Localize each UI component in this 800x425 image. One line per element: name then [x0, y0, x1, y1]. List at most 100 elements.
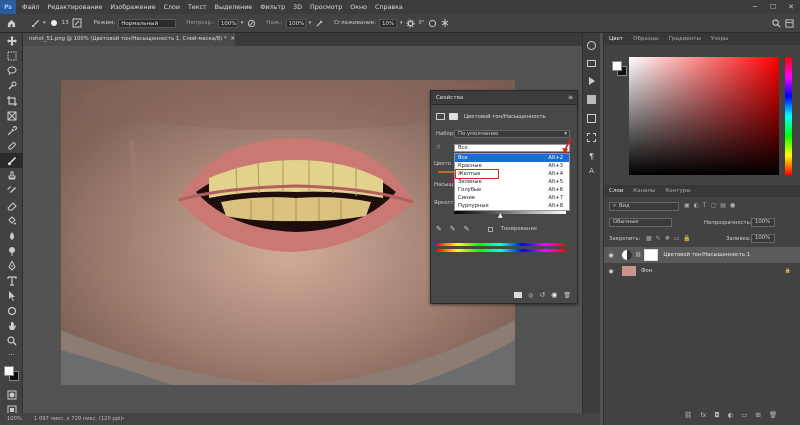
eyedropper-minus-icon[interactable]: ✎	[464, 225, 470, 233]
character-icon[interactable]: A	[583, 167, 600, 175]
new-group-icon[interactable]: ▭	[741, 411, 747, 419]
colorize-checkbox[interactable]	[487, 226, 493, 232]
gradient-tool-icon[interactable]	[0, 213, 23, 228]
paragraph-icon[interactable]: ¶	[583, 152, 600, 161]
close-icon[interactable]: ✕	[782, 3, 800, 11]
minimize-icon[interactable]: ─	[746, 3, 764, 11]
menu-3d[interactable]: 3D	[289, 4, 306, 11]
menu-file[interactable]: Файл	[18, 4, 43, 11]
channel-option[interactable]: Синие Alt+7	[455, 194, 569, 202]
history-icon[interactable]	[587, 41, 596, 50]
channel-select[interactable]: Все	[454, 144, 570, 152]
document-size[interactable]: 1 097 пикс. x 729 пикс. (120 ppi)	[34, 413, 123, 425]
preset-select[interactable]: По умолчанию ▾	[454, 130, 570, 138]
color-swatches[interactable]	[0, 363, 23, 387]
zoom-level[interactable]: 100%	[7, 413, 22, 425]
eye-icon[interactable]: ◉	[604, 252, 618, 259]
menu-text[interactable]: Текст	[184, 4, 211, 11]
symmetry-icon[interactable]	[440, 18, 450, 28]
stamp-tool-icon[interactable]	[0, 168, 23, 183]
panel-menu-icon[interactable]: ≡	[568, 94, 577, 101]
layer-filter-select[interactable]: ⌕ Вид	[609, 202, 679, 211]
eye-icon[interactable]: ◉	[604, 268, 618, 275]
lock-all-icon[interactable]: 🔒	[683, 235, 690, 242]
close-tab-icon[interactable]: ✕	[231, 36, 235, 42]
canvas-area[interactable]: Свойства ≡ Цветовой тон/Насыщенность Наб…	[23, 46, 600, 413]
menu-select[interactable]: Выделение	[211, 4, 257, 11]
targeted-adjust-icon[interactable]: ☝	[436, 143, 440, 151]
navigator-icon[interactable]	[587, 60, 596, 67]
quick-select-tool-icon[interactable]	[0, 78, 23, 93]
document-tab[interactable]: nshot_51.png @ 100% (Цветовой тон/Насыще…	[23, 33, 235, 46]
reset-icon[interactable]: ↺	[539, 291, 545, 299]
home-icon[interactable]	[6, 18, 16, 28]
styles-icon[interactable]	[587, 114, 596, 123]
hue-strip[interactable]	[785, 57, 792, 175]
trash-icon[interactable]: 🗑	[563, 292, 571, 299]
filter-pixel-icon[interactable]: ▣	[684, 202, 690, 209]
dodge-tool-icon[interactable]	[0, 243, 23, 258]
channel-option[interactable]: Зеленые Alt+5	[455, 178, 569, 186]
view-previous-icon[interactable]: ◎	[528, 292, 533, 299]
menu-filter[interactable]: Фильтр	[256, 4, 289, 11]
mode-select[interactable]: Нормальный	[118, 18, 177, 28]
more-tools-icon[interactable]: ···	[0, 348, 23, 363]
workspace-icon[interactable]	[784, 18, 794, 28]
channel-option[interactable]: Желтые Alt+4	[455, 169, 569, 179]
add-mask-icon[interactable]: ◘	[714, 411, 719, 419]
airbrush-icon[interactable]	[314, 18, 324, 28]
actions-icon[interactable]	[588, 77, 595, 85]
layer-mask-thumb[interactable]	[644, 249, 659, 261]
chain-icon[interactable]: ⛓	[635, 252, 641, 258]
quick-mask-icon[interactable]	[0, 387, 23, 402]
search-icon[interactable]	[771, 18, 781, 28]
menu-window[interactable]: Окно	[346, 4, 371, 11]
frame-tool-icon[interactable]	[0, 108, 23, 123]
tab-layers[interactable]: Слои	[604, 188, 628, 194]
filter-type-icon[interactable]: T	[703, 202, 707, 209]
menu-edit[interactable]: Редактирование	[43, 4, 106, 11]
lasso-tool-icon[interactable]	[0, 63, 23, 78]
lightness-slider-thumb[interactable]: ▲	[498, 212, 503, 219]
tab-gradients[interactable]: Градиенты	[664, 36, 706, 42]
menu-view[interactable]: Просмотр	[306, 4, 346, 11]
color-field[interactable]	[629, 57, 779, 175]
lock-icon[interactable]: 🔒	[785, 268, 791, 274]
type-tool-icon[interactable]	[0, 273, 23, 288]
delete-layer-icon[interactable]: 🗑	[769, 411, 777, 419]
channel-option[interactable]: Голубые Alt+6	[455, 186, 569, 194]
menu-help[interactable]: Справка	[371, 4, 407, 11]
adjustments-icon[interactable]	[587, 95, 596, 104]
shape-tool-icon[interactable]	[0, 303, 23, 318]
path-select-tool-icon[interactable]	[0, 288, 23, 303]
menu-layers[interactable]: Слои	[160, 4, 184, 11]
channel-option[interactable]: Все Alt+2	[455, 154, 569, 162]
visibility-icon[interactable]: ◉	[551, 291, 557, 299]
brush-settings-icon[interactable]	[72, 18, 82, 28]
crop-tool-icon[interactable]	[0, 93, 23, 108]
new-layer-icon[interactable]: ⊞	[755, 411, 760, 419]
clip-to-layer-icon[interactable]	[514, 292, 523, 298]
eyedropper-icon[interactable]: ✎	[436, 225, 442, 233]
move-tool-icon[interactable]	[0, 33, 23, 48]
lock-pixels-icon[interactable]: ✎	[656, 235, 661, 242]
fx-icon[interactable]: fx	[700, 411, 706, 419]
filter-smart-icon[interactable]: ▤	[720, 202, 726, 209]
tab-color[interactable]: Цвет	[604, 36, 628, 42]
pressure-size-icon[interactable]	[427, 18, 437, 28]
lightness-slider[interactable]	[454, 211, 566, 214]
fill-field[interactable]: 100%	[751, 234, 775, 243]
mask-icon[interactable]	[449, 113, 458, 120]
blur-tool-icon[interactable]	[0, 228, 23, 243]
filter-shape-icon[interactable]: ▢	[711, 202, 717, 209]
eyedropper-tool-icon[interactable]	[0, 123, 23, 138]
brush-preset-icon[interactable]	[49, 18, 59, 28]
ps-logo[interactable]: Ps	[0, 0, 16, 14]
maximize-icon[interactable]: ☐	[764, 3, 782, 11]
history-brush-tool-icon[interactable]	[0, 183, 23, 198]
foreground-color-swatch[interactable]	[4, 366, 14, 376]
marquee-tool-icon[interactable]	[0, 48, 23, 63]
color-fg-swatch[interactable]	[612, 61, 622, 71]
status-arrow-icon[interactable]: ›	[122, 413, 124, 425]
eraser-tool-icon[interactable]	[0, 198, 23, 213]
